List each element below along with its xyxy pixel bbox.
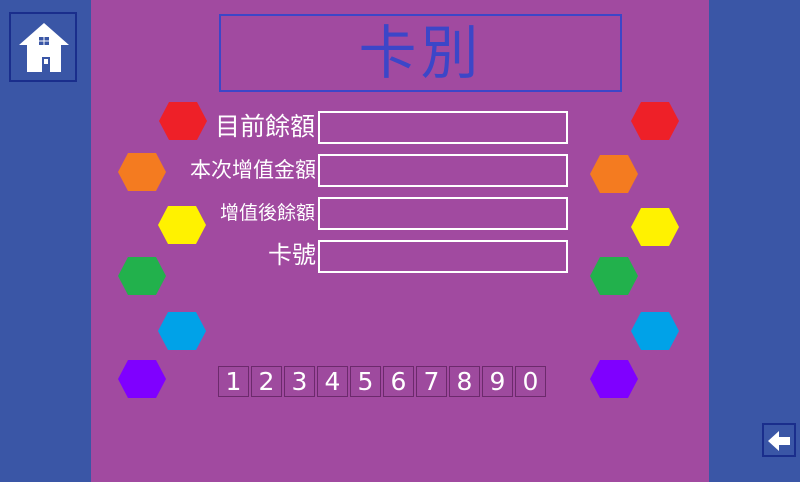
- hexagon-purple-right: [590, 360, 638, 398]
- key-9[interactable]: 9: [482, 366, 513, 397]
- hexagon-red-left: [159, 102, 207, 140]
- key-2[interactable]: 2: [251, 366, 282, 397]
- key-6[interactable]: 6: [383, 366, 414, 397]
- key-4[interactable]: 4: [317, 366, 348, 397]
- hexagon-yellow-right: [631, 208, 679, 246]
- balance-after-topup-field[interactable]: [318, 197, 568, 230]
- hexagon-purple-left: [118, 360, 166, 398]
- current-balance-field[interactable]: [318, 111, 568, 144]
- title-box: 卡別: [219, 14, 622, 92]
- back-button[interactable]: [762, 423, 796, 457]
- hexagon-blue-left: [158, 312, 206, 350]
- hexagon-red-right: [631, 102, 679, 140]
- label-topup-amount: 本次增值金額: [190, 158, 316, 182]
- key-1[interactable]: 1: [218, 366, 249, 397]
- page-title: 卡別: [358, 19, 483, 87]
- hexagon-yellow-left: [158, 206, 206, 244]
- label-current-balance: 目前餘額: [214, 112, 315, 141]
- home-icon: [19, 23, 69, 72]
- label-card-number: 卡號: [268, 241, 316, 269]
- key-7[interactable]: 7: [416, 366, 447, 397]
- hexagon-green-right: [590, 257, 638, 295]
- topup-amount-field[interactable]: [318, 154, 568, 187]
- hexagon-orange-right: [590, 155, 638, 193]
- label-balance-after-topup: 增值後餘額: [219, 202, 315, 224]
- key-3[interactable]: 3: [284, 366, 315, 397]
- hexagon-blue-right: [631, 312, 679, 350]
- key-8[interactable]: 8: [449, 366, 480, 397]
- key-0[interactable]: 0: [515, 366, 546, 397]
- home-button[interactable]: [9, 12, 77, 82]
- hexagon-orange-left: [118, 153, 166, 191]
- key-5[interactable]: 5: [350, 366, 381, 397]
- right-sidebar: [709, 0, 800, 482]
- back-arrow-icon: [768, 431, 790, 451]
- card-number-field[interactable]: [318, 240, 568, 273]
- hexagon-green-left: [118, 257, 166, 295]
- number-keypad: 1 2 3 4 5 6 7 8 9 0: [218, 366, 546, 400]
